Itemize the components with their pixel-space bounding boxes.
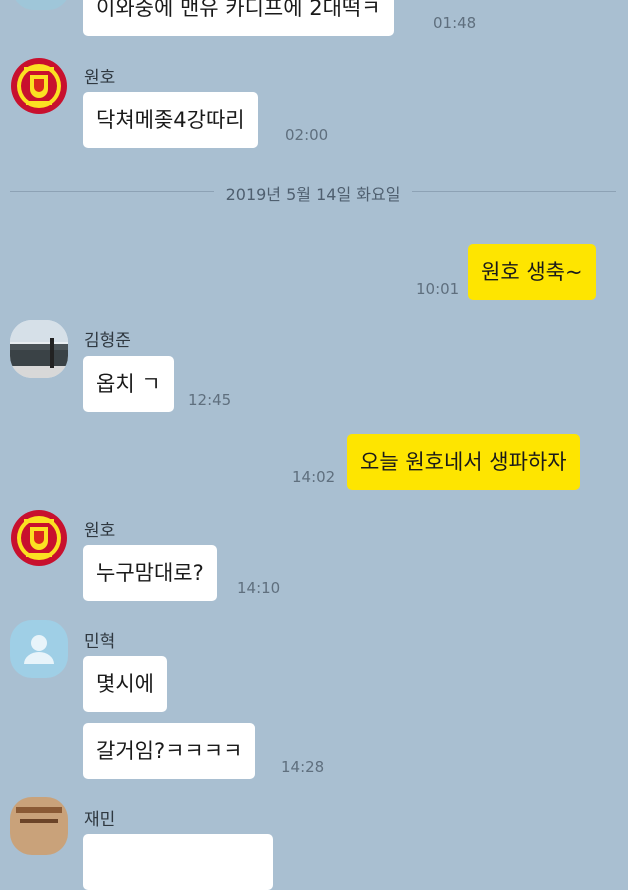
manutd-crest-icon xyxy=(11,510,67,566)
message-time: 14:28 xyxy=(281,758,325,776)
avatar-wonho[interactable] xyxy=(10,57,68,115)
my-message-bubble: 오늘 원호네서 생파하자 xyxy=(347,434,580,490)
sender-name: 원호 xyxy=(84,521,116,541)
message-bubble: 갈거임?ㅋㅋㅋㅋ xyxy=(83,723,256,779)
sender-name: 민혁 xyxy=(84,632,116,652)
sender-name: 재민 xyxy=(84,810,116,830)
profile-photo-icon xyxy=(10,320,68,378)
avatar-minhyuk[interactable] xyxy=(10,620,68,678)
message-time: 10:01 xyxy=(416,280,460,298)
profile-photo-icon xyxy=(10,797,68,855)
avatar-kimhyungjun[interactable] xyxy=(10,320,68,378)
message-bubble: 누구맘대로? xyxy=(83,545,217,601)
message-bubble: 이와중에 맨유 카디프에 2대떡ㅋ xyxy=(83,0,394,36)
message-time: 01:48 xyxy=(433,14,477,32)
date-divider: 2019년 5월 14일 화요일 xyxy=(10,180,616,204)
message-time: 12:45 xyxy=(188,391,232,409)
avatar-jaemin[interactable] xyxy=(10,797,68,855)
message-bubble: 닥쳐메좆4강따리 xyxy=(83,92,258,148)
message-time: 14:02 xyxy=(292,468,336,486)
message-bubble-partial xyxy=(83,834,273,890)
default-profile-icon xyxy=(24,635,54,664)
my-message-bubble: 원호 생축~ xyxy=(468,244,596,300)
message-bubble: 몇시에 xyxy=(83,656,167,712)
avatar-partial[interactable] xyxy=(12,0,70,10)
message-bubble: 옵치 ㄱ xyxy=(83,356,174,412)
message-time: 14:10 xyxy=(237,579,281,597)
sender-name: 김형준 xyxy=(84,331,131,351)
manutd-crest-icon xyxy=(11,58,67,114)
date-divider-label: 2019년 5월 14일 화요일 xyxy=(213,185,413,204)
message-time: 02:00 xyxy=(285,126,329,144)
avatar-wonho[interactable] xyxy=(10,509,68,567)
sender-name: 원호 xyxy=(84,68,116,88)
